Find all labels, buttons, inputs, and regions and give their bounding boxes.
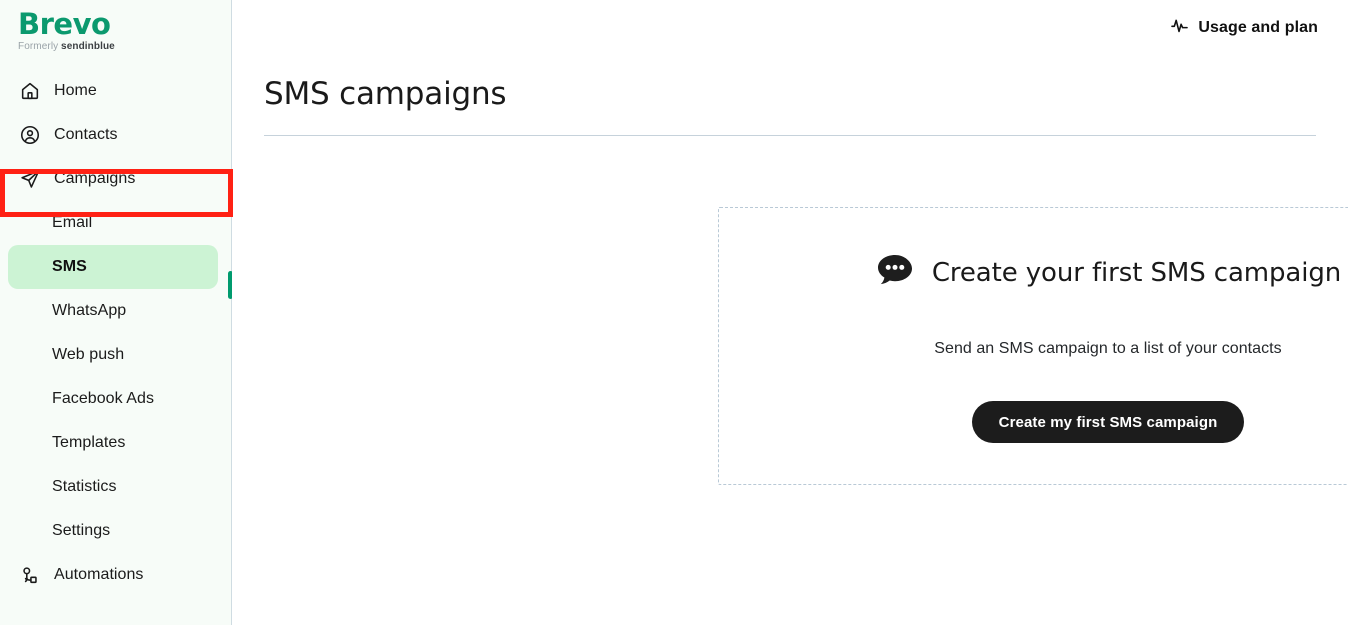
sidebar-subitem-label: Settings: [52, 521, 111, 539]
empty-state-title: Create your first SMS campaign: [931, 257, 1342, 288]
paper-plane-icon: [18, 167, 42, 191]
sidebar-subitem-label: Facebook Ads: [52, 389, 154, 407]
app-root: Brevo Formerly sendinblue Home Contacts …: [0, 0, 1348, 625]
brand-formerly-name: sendinblue: [61, 40, 115, 52]
sidebar-item-email[interactable]: Email: [8, 201, 218, 245]
automation-flow-icon: [18, 563, 42, 587]
empty-state-subtitle: Send an SMS campaign to a list of your c…: [934, 340, 1282, 357]
page-title: SMS campaigns: [264, 76, 507, 112]
main-content: Usage and plan SMS campaigns Create your…: [232, 0, 1348, 625]
sidebar-item-settings[interactable]: Settings: [8, 509, 218, 553]
sidebar-item-home[interactable]: Home: [0, 69, 231, 113]
sidebar-nav: Home Contacts Campaigns Email SMS WhatsA…: [0, 69, 231, 597]
sidebar-subitem-label: Web push: [52, 345, 125, 363]
brand-tagline: Formerly sendinblue: [18, 41, 231, 53]
home-icon: [18, 79, 42, 103]
activity-pulse-icon: [1170, 16, 1189, 40]
brand-name: Brevo: [18, 7, 111, 41]
sidebar-item-statistics[interactable]: Statistics: [8, 465, 218, 509]
sidebar-item-sms[interactable]: SMS: [8, 244, 218, 289]
contacts-icon: [18, 123, 42, 147]
sidebar: Brevo Formerly sendinblue Home Contacts …: [0, 0, 233, 625]
empty-state-header: Create your first SMS campaign: [875, 253, 1341, 292]
sidebar-subitem-label: WhatsApp: [52, 301, 127, 319]
sidebar-item-web-push[interactable]: Web push: [8, 333, 218, 377]
speech-bubble-dots-icon: [875, 253, 915, 292]
sidebar-item-label: Campaigns: [54, 169, 136, 187]
sidebar-subitem-label: Statistics: [52, 477, 117, 495]
page-header: SMS campaigns: [264, 56, 1316, 137]
brand-logo[interactable]: Brevo Formerly sendinblue: [0, 0, 231, 53]
sidebar-subitem-label: Email: [52, 213, 93, 231]
usage-and-plan-label: Usage and plan: [1198, 19, 1318, 36]
brand-formerly-prefix: Formerly: [18, 40, 59, 52]
top-bar: Usage and plan: [232, 0, 1348, 56]
sidebar-item-facebook-ads[interactable]: Facebook Ads: [8, 377, 218, 421]
empty-state-card: Create your first SMS campaign Send an S…: [718, 207, 1348, 485]
sidebar-item-label: Home: [54, 81, 97, 99]
create-first-sms-campaign-button[interactable]: Create my first SMS campaign: [971, 401, 1245, 443]
sidebar-item-automations[interactable]: Automations: [0, 553, 231, 597]
sidebar-item-templates[interactable]: Templates: [8, 421, 218, 465]
sidebar-item-whatsapp[interactable]: WhatsApp: [8, 289, 218, 333]
header-divider: [264, 135, 1316, 137]
sidebar-item-label: Contacts: [54, 125, 118, 143]
sidebar-subitem-label: Templates: [52, 433, 126, 451]
sidebar-item-campaigns[interactable]: Campaigns: [0, 157, 231, 201]
sidebar-item-contacts[interactable]: Contacts: [0, 113, 231, 157]
sidebar-item-label: Automations: [54, 565, 144, 583]
usage-and-plan-link[interactable]: Usage and plan: [1170, 16, 1318, 40]
sidebar-subitem-label: SMS: [52, 257, 87, 275]
